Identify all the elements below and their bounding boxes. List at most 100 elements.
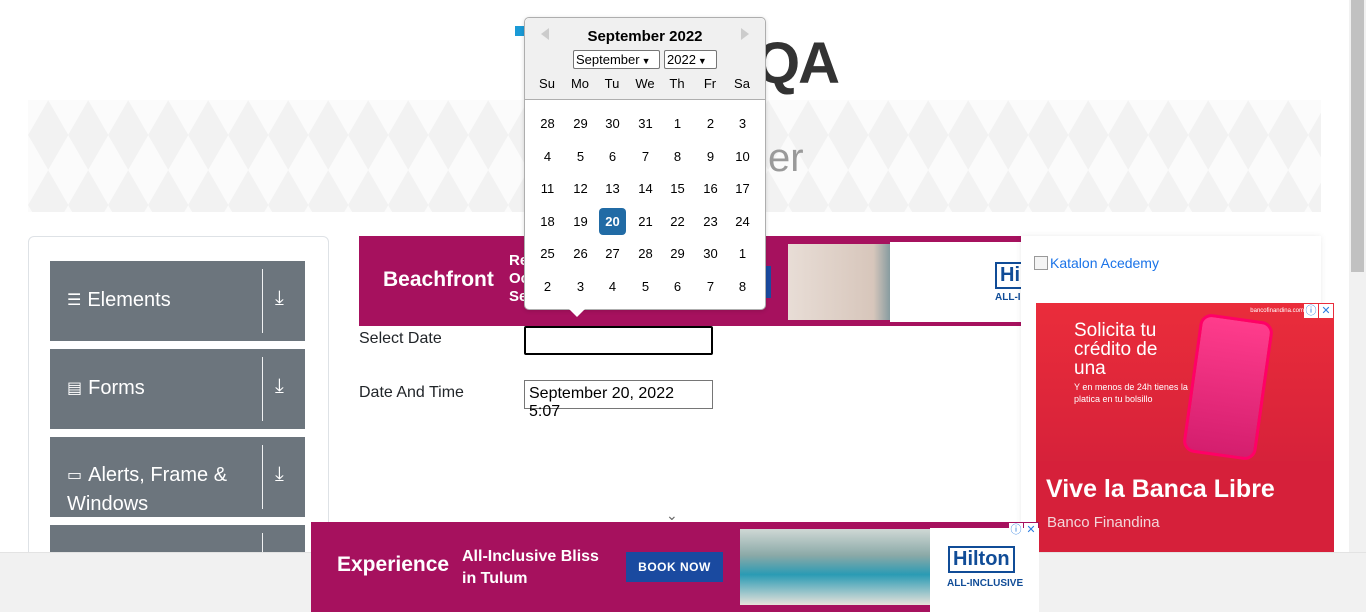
- katalon-ad-link[interactable]: Katalon Acedemy: [1034, 255, 1159, 271]
- calendar-day[interactable]: 4: [534, 143, 561, 170]
- left-panel: ☰ Elements ⤓ ▤ Forms ⤓ ▭ Alerts, Frame & Wi…: [28, 236, 329, 566]
- ad-text: All-Inclusive Bliss in Tulum: [462, 548, 599, 587]
- calendar-day[interactable]: 13: [599, 175, 626, 202]
- weekday-header: We: [635, 76, 655, 91]
- calendar-day[interactable]: 6: [664, 273, 691, 300]
- weekday-header: Th: [669, 76, 685, 91]
- select-date-label: Select Date: [359, 330, 442, 347]
- weekday-header: Sa: [734, 76, 750, 91]
- calendar-day[interactable]: 28: [632, 240, 659, 267]
- calendar-day[interactable]: 14: [632, 175, 659, 202]
- download-icon[interactable]: ⤓: [275, 375, 284, 398]
- page-title: er: [768, 136, 804, 180]
- list-icon: ☰: [67, 292, 82, 310]
- divider: [262, 445, 263, 509]
- download-icon[interactable]: ⤓: [275, 287, 284, 310]
- calendar-day[interactable]: 5: [567, 143, 594, 170]
- calendar-day[interactable]: 30: [697, 240, 724, 267]
- divider: [262, 269, 263, 333]
- calendar-day[interactable]: 23: [697, 208, 724, 235]
- calendar-day[interactable]: 24: [729, 208, 756, 235]
- calendar-day[interactable]: 29: [567, 110, 594, 137]
- logo-text: QA: [755, 31, 840, 96]
- calendar-day[interactable]: 15: [664, 175, 691, 202]
- weekday-header: Tu: [604, 76, 620, 91]
- datepicker-popup: September 2022 September ▼ 2022 ▼ Su Mo Tu We…: [524, 17, 766, 317]
- page: QA er ☰ Elements ⤓ ▤ Forms ⤓ ▭ Alerts, Fram…: [0, 0, 1366, 612]
- calendar-day[interactable]: 28: [534, 110, 561, 137]
- ad-close-icon[interactable]: ✕: [1319, 304, 1333, 318]
- calendar-day[interactable]: 19: [567, 208, 594, 235]
- group-elements[interactable]: ☰ Elements ⤓: [50, 261, 305, 341]
- ad-info-icon[interactable]: ⓘ: [1009, 523, 1023, 537]
- ad-logo-sub: ALL-I: [995, 292, 1021, 303]
- calendar-day[interactable]: 21: [632, 208, 659, 235]
- calendar-day[interactable]: 29: [664, 240, 691, 267]
- bank-small-text: Y en menos de 24h tienes la platica en t…: [1074, 382, 1188, 404]
- bank-headline: Solicita tu crédito de una: [1074, 320, 1158, 379]
- broken-image-icon: [1034, 256, 1048, 270]
- group-label: Alerts, Frame & Windows: [67, 464, 228, 516]
- date-time-label: Date And Time: [359, 384, 464, 401]
- form-icon: ▤: [67, 380, 83, 398]
- download-icon[interactable]: ⤓: [275, 463, 284, 486]
- calendar-day-selected[interactable]: 20: [599, 208, 626, 235]
- calendar-day[interactable]: 4: [599, 273, 626, 300]
- year-select[interactable]: 2022 ▼: [664, 50, 717, 69]
- group-label: Forms: [88, 377, 145, 399]
- ad-logo: Hilton: [948, 546, 1015, 573]
- calendar-day[interactable]: 7: [632, 143, 659, 170]
- calendar-day[interactable]: 17: [729, 175, 756, 202]
- ad-logo: Hil: [995, 262, 1021, 289]
- ad-logo-sub: ALL-INCLUSIVE: [947, 578, 1024, 589]
- calendar-day[interactable]: 12: [567, 175, 594, 202]
- calendar-day[interactable]: 8: [664, 143, 691, 170]
- calendar-day[interactable]: 1: [664, 110, 691, 137]
- ad-brand: Beachfront: [383, 268, 494, 291]
- ad-domain: bancofinandina.com: [1250, 308, 1304, 314]
- ad-banner-bottom[interactable]: Experience All-Inclusive Bliss in Tulum …: [311, 522, 1039, 612]
- ad-close-icon[interactable]: ✕: [1024, 523, 1038, 537]
- phone-image: [1181, 312, 1275, 462]
- weekday-header: Su: [539, 76, 555, 91]
- ad-info-icon[interactable]: ⓘ: [1304, 304, 1318, 318]
- weekday-header: Mo: [570, 76, 590, 91]
- calendar-day[interactable]: 7: [697, 273, 724, 300]
- group-forms[interactable]: ▤ Forms ⤓: [50, 349, 305, 429]
- calendar-day[interactable]: 27: [599, 240, 626, 267]
- calendar-day[interactable]: 2: [697, 110, 724, 137]
- date-time-input[interactable]: September 20, 2022 5:07: [524, 380, 713, 420]
- calendar-day[interactable]: 3: [729, 110, 756, 137]
- scrollbar-thumb[interactable]: [1351, 0, 1364, 272]
- calendar-day[interactable]: 25: [534, 240, 561, 267]
- calendar-day[interactable]: 31: [632, 110, 659, 137]
- calendar-day[interactable]: 8: [729, 273, 756, 300]
- scrollbar[interactable]: [1349, 0, 1366, 552]
- calendar-day[interactable]: 2: [534, 273, 561, 300]
- book-now-button[interactable]: BOOK NOW: [626, 552, 723, 582]
- calendar-day[interactable]: 11: [534, 175, 561, 202]
- calendar-day[interactable]: 30: [599, 110, 626, 137]
- calendar-day[interactable]: 3: [567, 273, 594, 300]
- calendar-day[interactable]: 9: [697, 143, 724, 170]
- select-date-input[interactable]: [524, 326, 713, 355]
- weekday-header: Fr: [703, 76, 717, 91]
- calendar-day[interactable]: 6: [599, 143, 626, 170]
- year-select-value: 2022: [667, 52, 696, 67]
- calendar-day[interactable]: 22: [664, 208, 691, 235]
- calendar-day[interactable]: 1: [729, 240, 756, 267]
- calendar-day[interactable]: 18: [534, 208, 561, 235]
- calendar-day[interactable]: 5: [632, 273, 659, 300]
- chevron-down-icon: ▼: [697, 56, 707, 66]
- group-label: Elements: [87, 289, 171, 311]
- window-icon: ▭: [67, 467, 83, 485]
- ad-image: [740, 529, 930, 605]
- month-select[interactable]: September ▼: [573, 50, 660, 69]
- bank-ad[interactable]: bancofinandina.com ⓘ ✕ Solicita tu crédi…: [1036, 303, 1334, 553]
- calendar-day[interactable]: 26: [567, 240, 594, 267]
- calendar-day[interactable]: 10: [729, 143, 756, 170]
- calendar-day[interactable]: 16: [697, 175, 724, 202]
- group-alerts[interactable]: ▭ Alerts, Frame & Windows ⤓: [50, 437, 305, 517]
- divider: [262, 357, 263, 421]
- katalon-alt-text: Katalon Acedemy: [1050, 255, 1159, 271]
